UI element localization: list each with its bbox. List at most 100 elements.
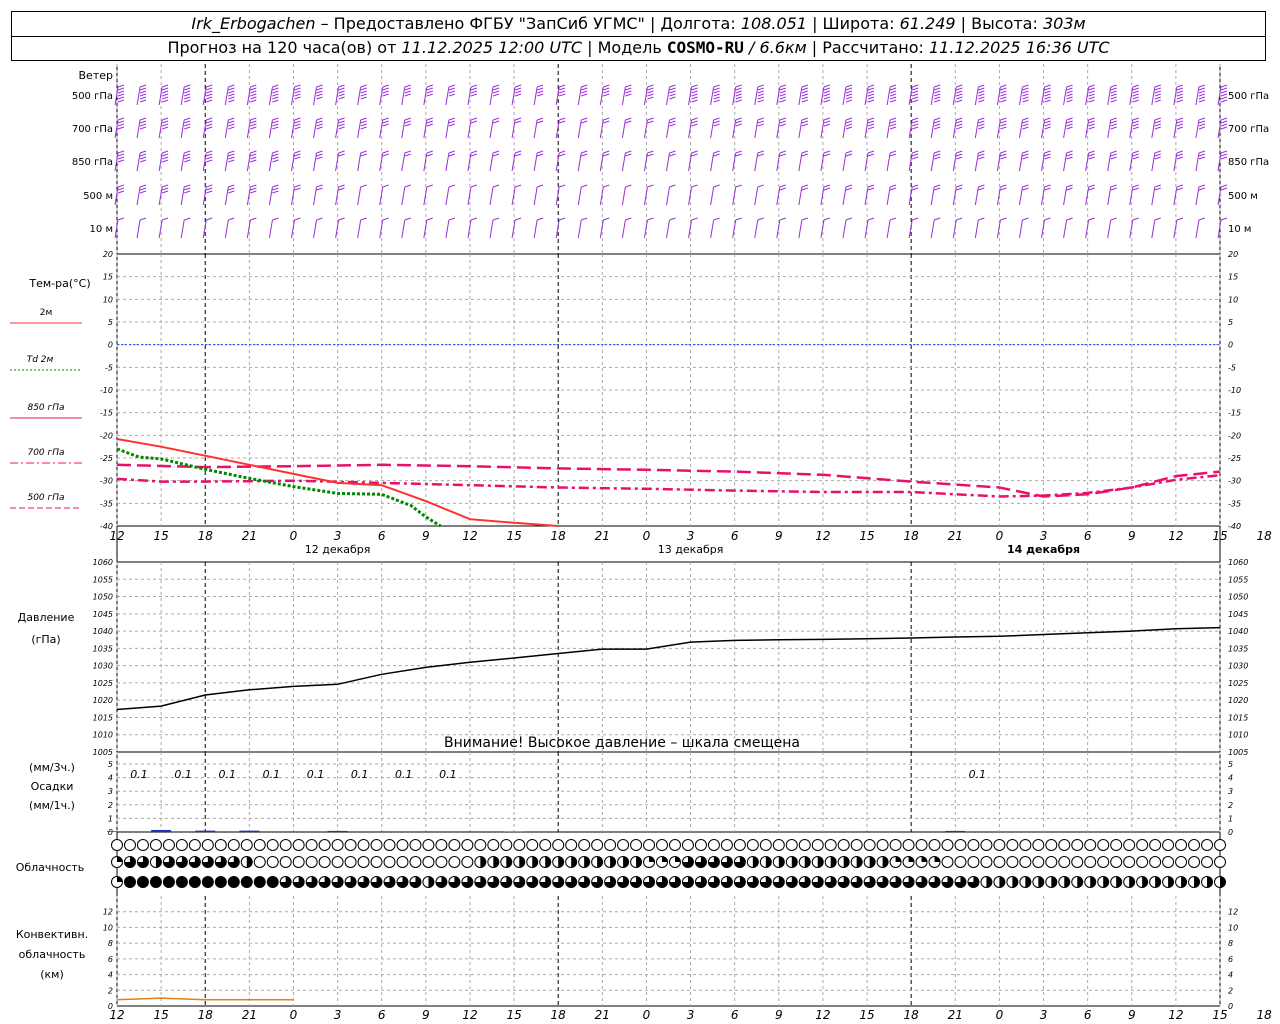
wind-barb-flag [559, 184, 566, 188]
cloud-cover-symbol [279, 839, 292, 851]
pres-tick-right: 1030 [1228, 662, 1248, 671]
wind-barb-flag [316, 87, 323, 91]
precip-bar [945, 830, 966, 832]
cloud-circle [396, 856, 409, 868]
wind-barb [467, 217, 478, 239]
wind-barb [577, 184, 588, 206]
wind-barb-flag [845, 123, 853, 127]
cloud-cover-symbol [149, 839, 162, 851]
wind-barb-flag [294, 217, 301, 221]
wind-barb-flag [559, 87, 566, 91]
wind-barb-staff [577, 119, 582, 139]
wind-barb-flag [184, 184, 191, 188]
wind-barb [732, 217, 742, 239]
wind-barb [1129, 117, 1139, 139]
cloud-cover-symbol [837, 876, 850, 888]
wind-barb-staff [643, 119, 648, 139]
wind-barb [930, 150, 941, 172]
wind-barb-staff [864, 119, 869, 139]
wind-barb-flag [801, 187, 809, 191]
wind-barb-staff [930, 86, 935, 106]
wind-barb [511, 217, 522, 239]
wind-barb [158, 217, 169, 239]
wind-barb [1107, 184, 1117, 206]
wind-barb-flag [779, 150, 786, 154]
wind-barb [379, 150, 389, 172]
wind-barb-flag [1176, 90, 1184, 94]
cloud-circle [889, 839, 902, 851]
precip-bar [107, 831, 127, 832]
wind-barb-flag [669, 150, 676, 154]
wind-barb-flag [1088, 156, 1095, 160]
wind-barb [511, 117, 522, 139]
wind-barb-staff [423, 119, 428, 139]
wind-barb-flag [1000, 120, 1007, 124]
wind-barb-flag [912, 96, 919, 100]
wind-barb-flag [912, 184, 919, 188]
wind-barb-flag [250, 184, 257, 188]
wind-barb-flag [625, 184, 632, 188]
wind-barb-flag [184, 150, 191, 154]
cloud-cover-symbol [604, 876, 617, 888]
wind-barb-flag [184, 117, 191, 121]
wind-barb-flag [1088, 90, 1095, 94]
wind-barb-flag [184, 187, 191, 191]
wind-barb-flag [978, 153, 985, 157]
cloud-circle [643, 839, 656, 851]
wind-barb-flag [757, 87, 764, 91]
pres-tick-left: 1025 [93, 679, 113, 688]
wind-barb-flag [492, 150, 500, 154]
cloud-cover-symbol [630, 839, 643, 851]
wind-barb-flag [360, 90, 367, 94]
wind-barb-flag [669, 96, 676, 100]
wind-barb-flag [691, 87, 698, 91]
wind-barb-flag [404, 84, 411, 88]
wind-barb [202, 184, 213, 206]
wind-barb-flag [735, 120, 742, 124]
meteogram-chart: Ветер500 гПа 500 гПа700 гПа 700 гПа850 гПа… [10, 64, 1272, 1022]
wind-barb-flag [1198, 99, 1206, 103]
wind-barb-flag [691, 93, 698, 97]
wind-barb-flag [1044, 99, 1051, 103]
wind-barb-flag [1022, 153, 1029, 157]
wind-barb-flag [117, 159, 125, 163]
wind-barb-flag [316, 217, 323, 221]
wind-barb-flag [735, 184, 742, 188]
wind-barb-flag [1176, 217, 1184, 221]
wind-barb-flag [1176, 99, 1184, 103]
wind-barb-flag [382, 217, 389, 221]
wind-barb [489, 117, 500, 139]
wind-barb-flag [404, 87, 411, 91]
wind-barb-flag [1000, 87, 1007, 91]
cloud-circle [318, 856, 331, 868]
cloud-cover-symbol [604, 839, 617, 851]
wind-barb [1151, 150, 1161, 172]
cloud-cover-symbol [1045, 856, 1058, 868]
wind-level-label-left: 10 м [90, 224, 113, 235]
wind-barb-staff [842, 186, 847, 206]
wind-barb-staff [908, 186, 913, 206]
wind-barb-flag [867, 217, 875, 221]
wind-barb-staff [732, 119, 737, 139]
cloud-cover-symbol [863, 876, 876, 888]
cloud-cover-symbol [201, 856, 214, 868]
cloud-cover-symbol [980, 876, 993, 888]
wind-barb [401, 217, 411, 239]
pres-warning: Внимание! Высокое давление – шкала смеще… [444, 735, 800, 751]
wind-barb-flag [470, 217, 478, 221]
cloud-circle [175, 839, 188, 851]
wind-barb-flag [691, 123, 698, 127]
wind-barb [335, 217, 345, 239]
wind-barb-flag [801, 93, 809, 97]
time-tick-label-bottom: 9 [422, 1008, 430, 1022]
wind-barb [688, 84, 698, 106]
wind-barb-flag [845, 96, 853, 100]
wind-barb-flag [514, 117, 522, 121]
temp-legend-label: 850 гПа [27, 403, 64, 413]
wind-barb-flag [1000, 90, 1007, 94]
wind-barb-flag [978, 156, 985, 160]
wind-barb-flag [779, 84, 786, 88]
cloud-fill [869, 856, 876, 868]
prec-value-label: 0.1 [395, 768, 413, 781]
cloud-cover-symbol [798, 856, 811, 868]
